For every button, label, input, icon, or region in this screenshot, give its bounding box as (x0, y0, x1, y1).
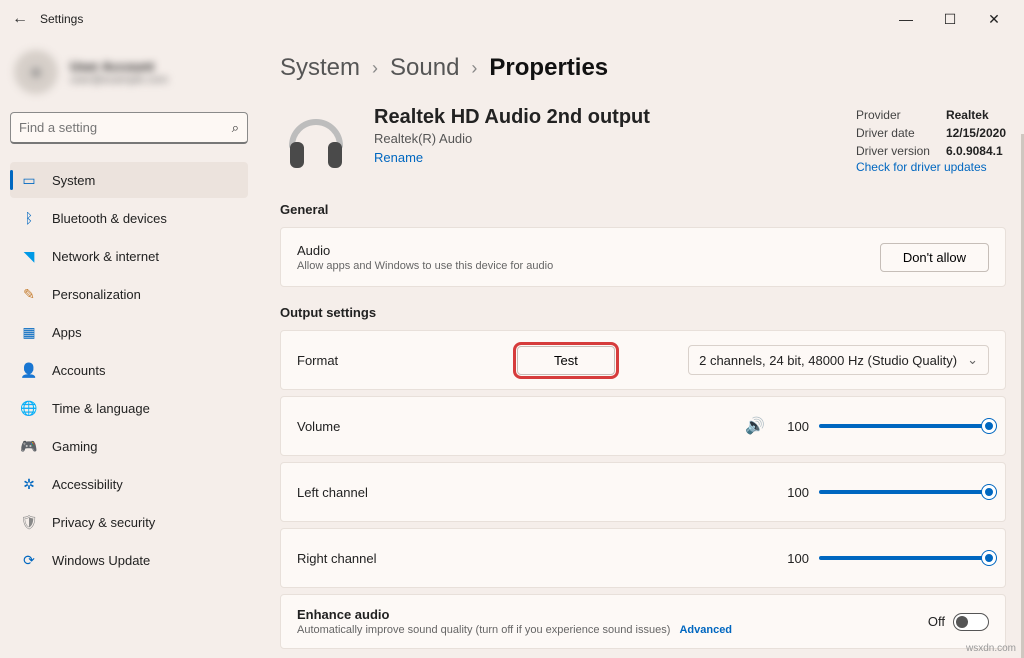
format-card: Format Test 2 channels, 24 bit, 48000 Hz… (280, 330, 1006, 390)
general-card: Audio Allow apps and Windows to use this… (280, 227, 1006, 287)
enhance-card: Enhance audio Automatically improve soun… (280, 594, 1006, 649)
device-title: Realtek HD Audio 2nd output (374, 106, 650, 129)
back-button[interactable]: ← (8, 10, 32, 28)
format-select[interactable]: 2 channels, 24 bit, 48000 Hz (Studio Qua… (688, 345, 989, 375)
right-slider[interactable] (819, 556, 989, 560)
left-channel-card: Left channel 100 (280, 462, 1006, 522)
nav-list: ▭System ᛒBluetooth & devices ◥Network & … (10, 162, 248, 578)
check-updates-link[interactable]: Check for driver updates (856, 160, 1006, 174)
nav-time[interactable]: 🌐Time & language (10, 390, 248, 426)
format-value: 2 channels, 24 bit, 48000 Hz (Studio Qua… (699, 353, 957, 368)
volume-slider[interactable] (819, 424, 989, 428)
slider-thumb[interactable] (982, 485, 996, 499)
advanced-link[interactable]: Advanced (679, 624, 732, 636)
sidebar: ◉ User Account user@example.com ⌕ ▭Syste… (0, 38, 258, 658)
nav-accounts[interactable]: 👤Accounts (10, 352, 248, 388)
volume-card: Volume 🔊 100 (280, 396, 1006, 456)
bluetooth-icon: ᛒ (20, 210, 38, 226)
person-icon: 👤 (20, 362, 38, 379)
speaker-icon[interactable]: 🔊 (745, 416, 765, 436)
audio-label: Audio (297, 243, 880, 258)
search-field[interactable] (19, 120, 232, 135)
nav-accessibility[interactable]: ✲Accessibility (10, 466, 248, 502)
slider-thumb[interactable] (982, 419, 996, 433)
wifi-icon: ◥ (20, 248, 38, 265)
right-label: Right channel (297, 551, 517, 566)
driver-info: ProviderRealtek Driver date12/15/2020 Dr… (856, 106, 1006, 178)
right-value: 100 (781, 551, 809, 566)
profile-name: User Account (70, 59, 168, 74)
nav-privacy[interactable]: 🛡Privacy & security (10, 504, 248, 540)
close-button[interactable]: ✕ (972, 4, 1016, 34)
system-icon: ▭ (20, 172, 38, 189)
shield-icon: 🛡 (20, 514, 38, 531)
headphones-icon (280, 106, 352, 178)
maximize-button[interactable]: ☐ (928, 4, 972, 34)
avatar-icon: ◉ (14, 50, 58, 94)
enhance-desc: Automatically improve sound quality (tur… (297, 624, 670, 636)
search-input[interactable]: ⌕ (10, 112, 248, 144)
gaming-icon: 🎮 (20, 438, 38, 455)
chevron-down-icon: ⌄ (967, 352, 978, 368)
device-header: Realtek HD Audio 2nd output Realtek(R) A… (280, 106, 1006, 178)
watermark: wsxdn.com (966, 643, 1016, 654)
profile-email: user@example.com (70, 74, 168, 86)
globe-icon: 🌐 (20, 400, 38, 417)
breadcrumb-system[interactable]: System (280, 54, 360, 82)
left-value: 100 (781, 485, 809, 500)
nav-bluetooth[interactable]: ᛒBluetooth & devices (10, 200, 248, 236)
nav-gaming[interactable]: 🎮Gaming (10, 428, 248, 464)
left-slider[interactable] (819, 490, 989, 494)
slider-thumb[interactable] (982, 551, 996, 565)
enhance-title: Enhance audio (297, 607, 928, 622)
nav-network[interactable]: ◥Network & internet (10, 238, 248, 274)
titlebar: ← Settings — ☐ ✕ (0, 0, 1024, 38)
profile-block[interactable]: ◉ User Account user@example.com (10, 38, 248, 112)
right-channel-card: Right channel 100 (280, 528, 1006, 588)
nav-update[interactable]: ⟳Windows Update (10, 542, 248, 578)
format-label: Format (297, 353, 517, 368)
nav-system[interactable]: ▭System (10, 162, 248, 198)
device-subtitle: Realtek(R) Audio (374, 131, 650, 146)
window-title: Settings (40, 12, 83, 26)
minimize-button[interactable]: — (884, 4, 928, 34)
update-icon: ⟳ (20, 552, 38, 569)
apps-icon: ▦ (20, 324, 38, 341)
accessibility-icon: ✲ (20, 476, 38, 493)
enhance-toggle[interactable] (953, 613, 989, 631)
dont-allow-button[interactable]: Don't allow (880, 243, 989, 272)
chevron-right-icon: › (471, 58, 477, 79)
enhance-state: Off (928, 614, 945, 629)
paint-icon: ✎ (20, 286, 38, 303)
left-label: Left channel (297, 485, 517, 500)
volume-value: 100 (781, 419, 809, 434)
chevron-right-icon: › (372, 58, 378, 79)
nav-personalization[interactable]: ✎Personalization (10, 276, 248, 312)
volume-label: Volume (297, 419, 517, 434)
main-content: System › Sound › Properties Realtek HD A… (258, 38, 1024, 658)
audio-desc: Allow apps and Windows to use this devic… (297, 260, 880, 272)
breadcrumb: System › Sound › Properties (280, 54, 1006, 82)
breadcrumb-properties: Properties (489, 54, 608, 82)
rename-link[interactable]: Rename (374, 150, 650, 165)
search-icon: ⌕ (232, 120, 239, 136)
nav-apps[interactable]: ▦Apps (10, 314, 248, 350)
section-general: General (280, 202, 1006, 217)
test-button[interactable]: Test (517, 346, 615, 375)
breadcrumb-sound[interactable]: Sound (390, 54, 459, 82)
section-output: Output settings (280, 305, 1006, 320)
